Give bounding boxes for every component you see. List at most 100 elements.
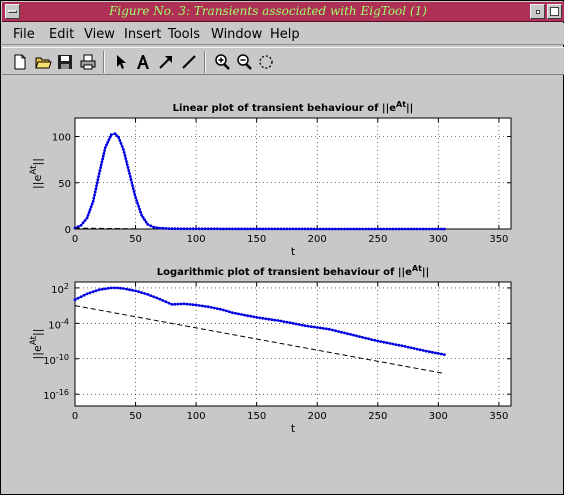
data-point (297, 323, 301, 326)
plot-area: 0 50 100 150 200 250 300 350 0 50 100 Linear plot o… (1, 77, 564, 495)
x-tick-label: 250 (368, 234, 387, 245)
x-tick-label: 0 (72, 234, 78, 245)
data-point (103, 287, 107, 291)
arrow-tool-button[interactable] (156, 52, 176, 72)
y-tick-label: 10-10 (43, 352, 69, 367)
data-point (312, 227, 316, 231)
menu-insert[interactable]: Insert (124, 27, 161, 42)
data-point (125, 163, 129, 166)
new-file-button[interactable] (10, 52, 30, 72)
data-point (285, 227, 289, 231)
menu-file[interactable]: File (13, 27, 35, 42)
data-point (144, 220, 148, 224)
data-point (343, 331, 346, 335)
data-point (119, 142, 123, 145)
data-point (394, 343, 398, 346)
print-button[interactable] (78, 52, 98, 72)
menu-bar: File Edit View Insert Tools Window Help (2, 23, 564, 45)
data-point (309, 227, 313, 231)
data-point (358, 227, 361, 231)
window-menu-button[interactable] (5, 4, 20, 19)
x-axis-label: t (291, 245, 296, 258)
y-tick-label: 50 (58, 179, 71, 190)
data-point (231, 311, 234, 315)
data-point (116, 286, 119, 290)
new-file-icon (14, 54, 26, 70)
data-point (138, 207, 142, 211)
data-point (315, 227, 319, 231)
data-point (155, 226, 159, 230)
data-point (95, 184, 98, 188)
data-point (349, 227, 352, 231)
data-point (128, 175, 132, 178)
data-point (394, 227, 398, 231)
data-point (94, 289, 98, 293)
data-point (141, 216, 145, 219)
data-point (255, 316, 259, 319)
data-point (137, 290, 141, 294)
data-point (143, 292, 147, 295)
data-point (324, 227, 328, 231)
data-point (312, 325, 316, 329)
data-point (97, 288, 101, 292)
data-point (124, 157, 128, 160)
menu-window[interactable]: Window (211, 27, 262, 42)
data-point (376, 339, 380, 343)
maximize-button[interactable] (547, 4, 562, 19)
rotate-button[interactable] (256, 52, 276, 72)
data-point (249, 314, 253, 318)
menu-edit[interactable]: Edit (49, 27, 74, 42)
data-point (95, 181, 99, 185)
data-point (285, 320, 289, 324)
data-point (243, 313, 247, 317)
menu-view[interactable]: View (84, 27, 115, 42)
data-point (327, 227, 331, 231)
minimize-button[interactable] (530, 4, 545, 19)
text-tool-icon (137, 55, 149, 69)
data-point (273, 227, 277, 231)
data-point (105, 143, 108, 147)
menu-help[interactable]: Help (270, 27, 300, 42)
data-point (225, 309, 228, 313)
data-point (161, 226, 165, 230)
y-tick-label: 102 (51, 281, 69, 296)
data-point (108, 135, 112, 139)
data-point (206, 227, 210, 231)
zoom-in-button[interactable] (212, 52, 232, 72)
open-button[interactable] (33, 52, 53, 72)
data-point (203, 305, 207, 308)
window-menu-icon (8, 10, 17, 13)
data-point (231, 227, 234, 231)
data-point (424, 349, 428, 353)
zoom-out-button[interactable] (234, 52, 254, 72)
title-bar[interactable]: Figure No. 3: Transients associated with… (2, 2, 564, 22)
data-point (261, 227, 265, 231)
line-tool-button[interactable] (179, 52, 199, 72)
data-point (137, 204, 141, 208)
data-point (209, 227, 213, 231)
data-point (125, 287, 128, 291)
data-point (122, 151, 126, 154)
save-button[interactable] (55, 52, 75, 72)
data-point (358, 335, 361, 338)
linear-plot: 0 50 100 150 200 250 300 350 0 50 100 Linear plot o… (29, 100, 512, 258)
data-point (349, 333, 352, 336)
data-point (85, 292, 89, 296)
data-point (288, 227, 292, 231)
menu-tools[interactable]: Tools (168, 27, 200, 42)
select-button[interactable] (111, 52, 131, 72)
data-point (373, 338, 377, 342)
data-point (261, 316, 265, 320)
data-point (173, 302, 177, 306)
data-point (406, 227, 410, 231)
data-point (126, 166, 130, 169)
text-tool-button[interactable] (133, 52, 153, 72)
zoom-out-icon (237, 54, 252, 70)
data-point (155, 296, 159, 300)
data-point (315, 326, 319, 329)
data-point (228, 227, 231, 231)
data-point (79, 223, 83, 227)
data-point (382, 227, 386, 231)
data-point (433, 227, 437, 231)
data-point (388, 227, 392, 231)
